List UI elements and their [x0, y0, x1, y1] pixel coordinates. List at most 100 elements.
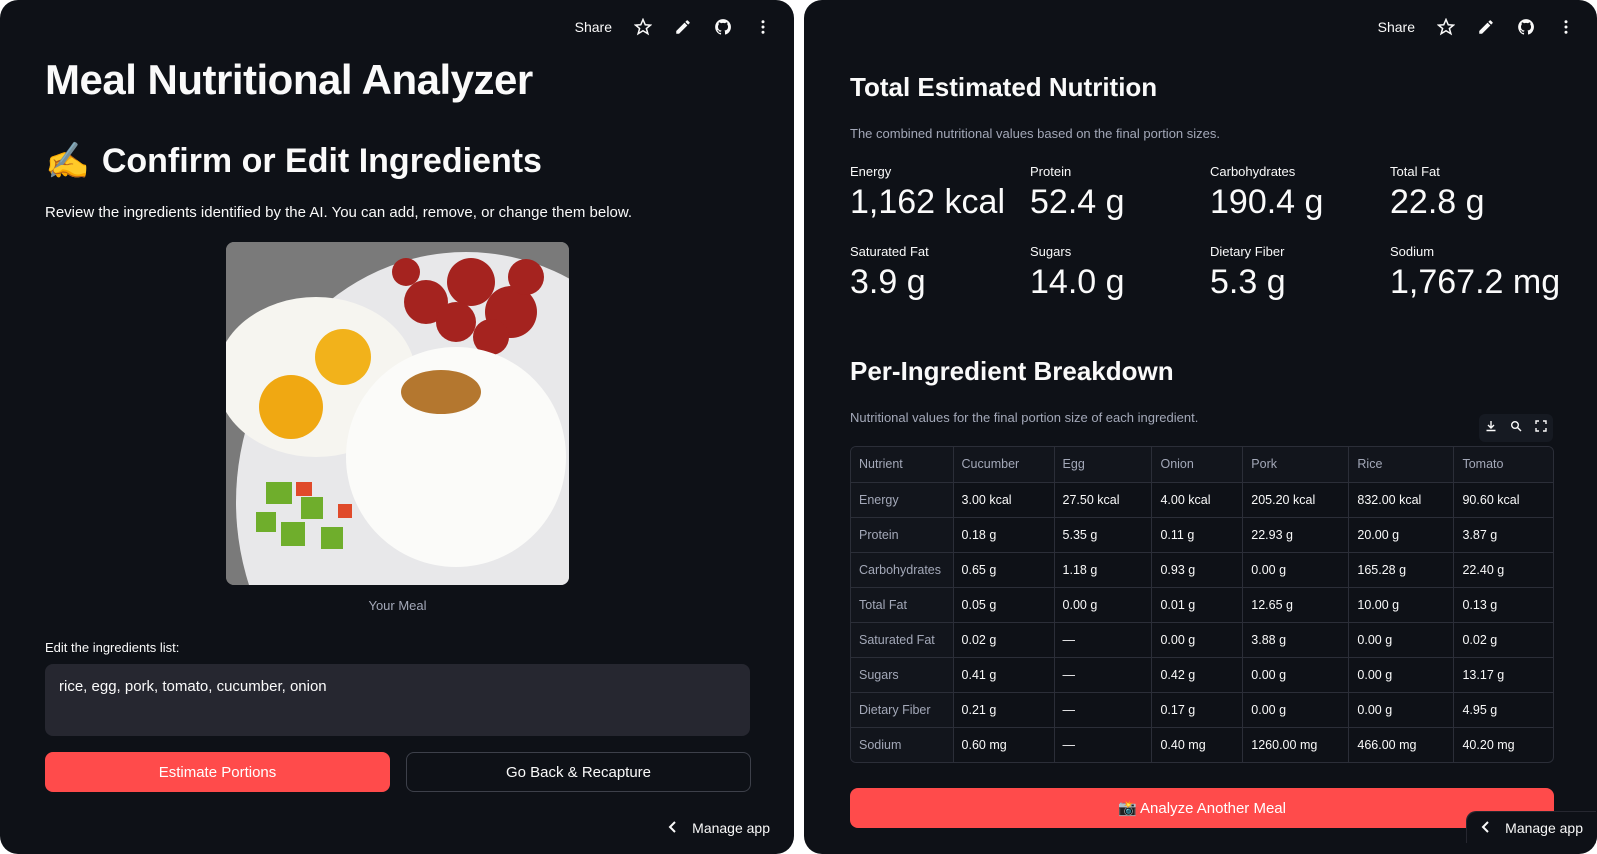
table-cell[interactable]: 0.01 g [1151, 587, 1244, 623]
table-cell[interactable]: 0.17 g [1151, 692, 1244, 728]
star-icon[interactable] [1437, 18, 1455, 36]
table-cell[interactable]: 0.40 mg [1151, 727, 1244, 762]
column-header[interactable]: Egg [1054, 447, 1153, 483]
table-cell[interactable]: 0.00 g [1151, 622, 1244, 658]
github-icon[interactable] [1517, 18, 1535, 36]
share-button[interactable]: Share [575, 19, 612, 35]
column-header[interactable]: Tomato [1453, 447, 1553, 483]
table-cell[interactable]: 3.87 g [1453, 517, 1553, 553]
pencil-icon[interactable] [674, 18, 692, 36]
table-cell[interactable]: 4.95 g [1453, 692, 1553, 728]
table-cell[interactable]: 5.35 g [1054, 517, 1153, 553]
table-cell[interactable]: 466.00 mg [1348, 727, 1455, 762]
table-cell[interactable]: 12.65 g [1242, 587, 1350, 623]
table-cell[interactable]: 0.13 g [1453, 587, 1553, 623]
table-cell[interactable]: 0.65 g [953, 552, 1055, 588]
table-row: Sugars 0.41 g —0.42 g 0.00 g 0.00 g 13.17 g [851, 657, 1553, 693]
table-cell[interactable]: — [1054, 727, 1153, 762]
go-back-recapture-button[interactable]: Go Back & Recapture [406, 752, 751, 792]
download-icon[interactable] [1485, 419, 1497, 437]
table-cell[interactable]: 0.00 g [1348, 622, 1455, 658]
table-cell[interactable]: 0.00 g [1348, 657, 1455, 693]
breakdown-title: Per-Ingredient Breakdown [850, 356, 1174, 386]
search-icon[interactable] [1510, 419, 1522, 437]
row-header-cell[interactable]: Sodium [851, 727, 954, 762]
metric-label: Saturated Fat [850, 244, 929, 259]
metric-value: 5.3 g [1210, 263, 1286, 301]
row-header-cell[interactable]: Saturated Fat [851, 622, 954, 658]
row-header-cell[interactable]: Protein [851, 517, 954, 553]
fullscreen-icon[interactable] [1534, 419, 1547, 437]
table-cell[interactable]: 0.42 g [1151, 657, 1244, 693]
table-cell[interactable]: 40.20 mg [1454, 727, 1553, 762]
chevron-left-icon [668, 820, 678, 836]
table-row: Protein 0.18 g 5.35 g 0.11 g 22.93 g 20.00 g3… [851, 517, 1553, 553]
table-cell[interactable]: 0.41 g [953, 657, 1055, 693]
table-cell[interactable]: 3.88 g [1242, 622, 1350, 658]
table-cell[interactable]: 0.02 g [1453, 622, 1553, 658]
github-icon[interactable] [714, 18, 732, 36]
row-header-cell[interactable]: Total Fat [851, 587, 954, 623]
table-cell[interactable]: 0.93 g [1151, 552, 1244, 588]
row-header-cell[interactable]: Carbohydrates [851, 552, 954, 588]
pencil-icon[interactable] [1477, 18, 1495, 36]
column-header[interactable]: Onion [1151, 447, 1244, 483]
table-cell[interactable]: 1260.00 mg [1242, 727, 1350, 762]
writing-hand-icon: ✍️ [45, 140, 90, 181]
table-cell[interactable]: 3.00 kcal [953, 482, 1055, 518]
row-header-cell[interactable]: Sugars [851, 657, 954, 693]
table-cell[interactable]: 205.20 kcal [1242, 482, 1350, 518]
breakdown-table[interactable]: Nutrient Cucumber Egg Onion Pork Rice Tomato E… [850, 446, 1554, 763]
more-vertical-icon[interactable] [754, 18, 772, 36]
column-header[interactable]: Rice [1348, 447, 1455, 483]
row-header-cell[interactable]: Dietary Fiber [851, 692, 954, 728]
share-button[interactable]: Share [1378, 19, 1415, 35]
table-cell[interactable]: 4.00 kcal [1151, 482, 1244, 518]
section-title: Confirm or Edit Ingredients [101, 141, 542, 180]
table-cell[interactable]: 0.00 g [1242, 552, 1350, 588]
table-row: Carbohydrates 0.65 g 1.18 g 0.93 g 0.00 g 165… [851, 552, 1553, 588]
section-description: Review the ingredients identified by the… [45, 204, 633, 221]
table-cell[interactable]: 90.60 kcal [1453, 482, 1553, 518]
table-cell[interactable]: 0.00 g [1242, 692, 1350, 728]
table-cell[interactable]: 0.00 g [1242, 657, 1350, 693]
metric-label: Sugars [1030, 244, 1072, 259]
table-cell[interactable]: — [1054, 657, 1153, 693]
column-header[interactable]: Cucumber [953, 447, 1055, 483]
table-cell[interactable]: — [1054, 692, 1153, 728]
table-cell[interactable]: 20.00 g [1348, 517, 1455, 553]
manage-app-button[interactable]: Manage app [654, 812, 784, 844]
estimate-portions-button[interactable]: Estimate Portions [45, 752, 390, 792]
analyze-another-meal-button[interactable]: 📸 Analyze Another Meal [850, 788, 1554, 828]
column-header[interactable]: Nutrient [851, 447, 954, 483]
star-icon[interactable] [634, 18, 652, 36]
table-cell[interactable]: 0.21 g [953, 692, 1055, 728]
table-cell[interactable]: 0.60 mg [953, 727, 1055, 762]
table-cell[interactable]: 0.02 g [953, 622, 1055, 658]
table-row: Saturated Fat 0.02 g —0.00 g 3.88 g 0.00 g 0.… [851, 622, 1553, 658]
table-cell[interactable]: 0.11 g [1151, 517, 1244, 553]
image-caption: Your Meal [368, 598, 427, 613]
table-cell[interactable]: 27.50 kcal [1054, 482, 1153, 518]
manage-app-button[interactable]: Manage app [1467, 812, 1597, 844]
more-vertical-icon[interactable] [1557, 18, 1575, 36]
table-cell[interactable]: 10.00 g [1348, 587, 1455, 623]
table-cell[interactable]: 1.18 g [1054, 552, 1153, 588]
table-cell[interactable]: 13.17 g [1453, 657, 1553, 693]
table-cell[interactable]: — [1054, 622, 1153, 658]
table-cell[interactable]: 0.00 g [1348, 692, 1455, 728]
table-cell[interactable]: 165.28 g [1348, 552, 1455, 588]
table-cell[interactable]: 22.93 g [1242, 517, 1350, 553]
row-header-cell[interactable]: Energy [851, 482, 954, 518]
column-header[interactable]: Pork [1242, 447, 1350, 483]
table-body: Energy 3.00 kcal 27.50 kcal 4.00 kcal 205.20… [851, 482, 1553, 762]
metric-value: 52.4 g [1030, 183, 1125, 221]
table-cell[interactable]: 832.00 kcal [1348, 482, 1455, 518]
table-cell[interactable]: 0.00 g [1054, 587, 1153, 623]
table-cell[interactable]: 0.05 g [953, 587, 1055, 623]
ingredients-textarea[interactable]: rice, egg, pork, tomato, cucumber, onion [45, 664, 750, 736]
table-toolbar [1479, 414, 1553, 442]
table-cell[interactable]: 22.40 g [1453, 552, 1553, 588]
app-toolbar: Share [575, 18, 772, 36]
table-cell[interactable]: 0.18 g [953, 517, 1055, 553]
